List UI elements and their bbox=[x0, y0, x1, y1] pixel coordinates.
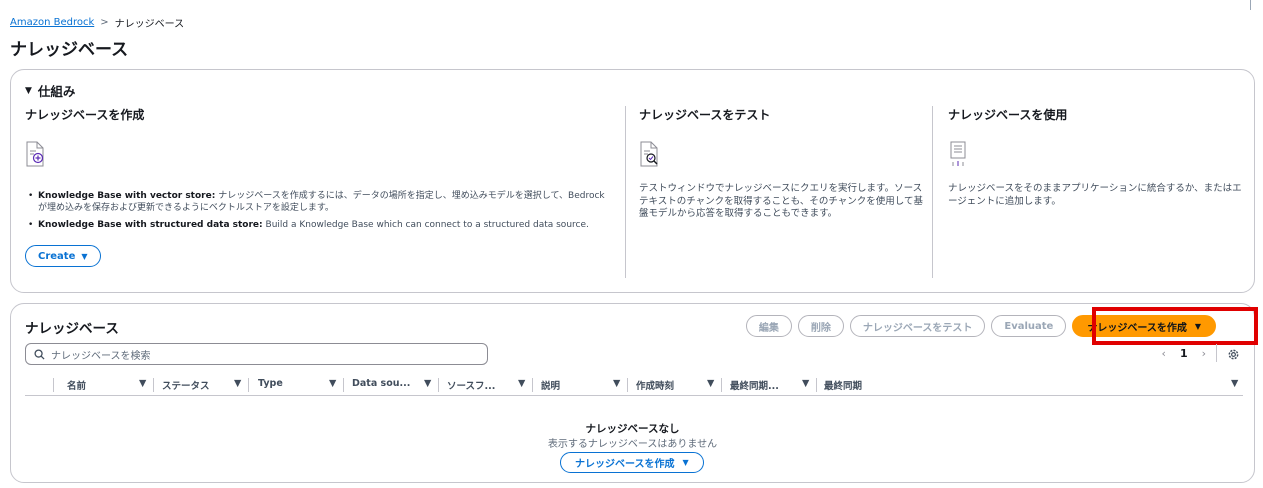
sort-icon[interactable]: ▼ bbox=[234, 378, 241, 389]
column-header-last-sync-status[interactable]: 最終同期... bbox=[730, 378, 779, 392]
use-column: ナレッジベースを使用 ナレッジベースをそのままアプリケーションに統合するか、また… bbox=[948, 106, 1248, 208]
breadcrumb-link-bedrock[interactable]: Amazon Bedrock bbox=[10, 17, 94, 28]
pager-divider bbox=[1216, 344, 1217, 362]
column-separator bbox=[343, 378, 344, 392]
empty-state-subtitle: 表示するナレッジベースはありません bbox=[547, 439, 718, 450]
create-column: ナレッジベースを作成 Knowledge Base with vector st… bbox=[25, 106, 611, 267]
empty-create-kb-label: ナレッジベースを作成 bbox=[575, 459, 675, 470]
sort-icon[interactable]: ▼ bbox=[424, 378, 431, 389]
column-header-data-source[interactable]: Data sou... bbox=[352, 378, 410, 389]
sort-icon[interactable]: ▼ bbox=[802, 378, 809, 389]
breadcrumb-separator: > bbox=[100, 17, 109, 28]
prev-page-button[interactable]: ‹ bbox=[1162, 347, 1166, 360]
search-icon bbox=[34, 348, 45, 360]
sort-icon[interactable]: ▼ bbox=[613, 378, 620, 389]
test-description: テストウィンドウでナレッジベースにクエリを実行します。ソーステキストのチャンクを… bbox=[639, 183, 923, 219]
gear-icon[interactable] bbox=[1227, 348, 1240, 361]
bullet-structured-store: Knowledge Base with structured data stor… bbox=[25, 219, 611, 231]
scrollbar-marker bbox=[1250, 0, 1251, 10]
column-separator bbox=[438, 378, 439, 392]
column-separator bbox=[721, 378, 722, 392]
highlight-box bbox=[1092, 307, 1258, 345]
column-separator bbox=[816, 378, 817, 392]
search-placeholder: ナレッジベースを検索 bbox=[51, 350, 151, 362]
use-title: ナレッジベースを使用 bbox=[948, 108, 1068, 122]
sort-icon[interactable]: ▼ bbox=[329, 378, 336, 389]
kb-table-title: ナレッジベース bbox=[25, 321, 119, 337]
column-header-status[interactable]: ステータス bbox=[162, 378, 210, 392]
document-use-icon bbox=[950, 141, 966, 166]
table-header: 名前 ▼ ステータス ▼ Type ▼ Data sou... ▼ ソースフ..… bbox=[25, 374, 1243, 396]
next-page-button[interactable]: › bbox=[1202, 347, 1206, 360]
edit-button[interactable]: 編集 bbox=[745, 315, 792, 337]
column-separator bbox=[248, 378, 249, 392]
delete-button[interactable]: 削除 bbox=[797, 315, 844, 337]
create-dropdown-button[interactable]: Create ▼ bbox=[25, 245, 101, 267]
test-column: ナレッジベースをテスト テストウィンドウでナレッジベースにクエリを実行します。ソ… bbox=[639, 106, 927, 221]
create-title: ナレッジベースを作成 bbox=[25, 108, 145, 122]
column-separator bbox=[53, 378, 54, 392]
breadcrumb: Amazon Bedrock > ナレッジベース bbox=[10, 15, 184, 30]
pagination: ‹ 1 › bbox=[1162, 347, 1206, 360]
knowledge-base-table-panel: ナレッジベース 編集 削除 ナレッジベースをテスト Evaluate ナレッジベ… bbox=[10, 303, 1258, 483]
column-header-created[interactable]: 作成時刻 bbox=[636, 378, 674, 392]
sort-icon[interactable]: ▼ bbox=[518, 378, 525, 389]
page-number[interactable]: 1 bbox=[1180, 347, 1188, 360]
caret-down-icon: ▼ bbox=[682, 458, 689, 467]
test-title: ナレッジベースをテスト bbox=[639, 108, 771, 122]
how-it-works-panel: ▼ 仕組み ナレッジベースを作成 Knowledge Base with vec… bbox=[10, 69, 1255, 293]
column-header-name[interactable]: 名前 bbox=[67, 378, 86, 392]
test-kb-button[interactable]: ナレッジベースをテスト bbox=[849, 315, 986, 337]
column-separator bbox=[153, 378, 154, 392]
page-title: ナレッジベース bbox=[10, 40, 129, 60]
column-header-source-file[interactable]: ソースフ... bbox=[447, 378, 495, 392]
create-bullets: Knowledge Base with vector store: ナレッジベー… bbox=[25, 190, 611, 231]
empty-create-kb-button[interactable]: ナレッジベースを作成 ▼ bbox=[560, 452, 704, 473]
column-divider bbox=[932, 106, 933, 278]
caret-down-icon: ▼ bbox=[81, 251, 88, 261]
column-separator bbox=[627, 378, 628, 392]
use-description: ナレッジベースをそのままアプリケーションに統合するか、またはエージェントに追加し… bbox=[948, 183, 1242, 207]
how-it-works-title: 仕組み bbox=[37, 84, 76, 99]
evaluate-button[interactable]: Evaluate bbox=[991, 315, 1067, 337]
column-header-last-sync[interactable]: 最終同期 bbox=[824, 378, 862, 392]
document-search-icon bbox=[640, 141, 658, 167]
empty-state-title: ナレッジベースなし bbox=[585, 423, 680, 435]
breadcrumb-current: ナレッジベース bbox=[114, 19, 185, 30]
caret-down-icon: ▼ bbox=[25, 85, 32, 96]
search-input[interactable]: ナレッジベースを検索 bbox=[25, 343, 488, 365]
bullet-vector-store: Knowledge Base with vector store: ナレッジベー… bbox=[25, 190, 611, 214]
how-it-works-toggle[interactable]: ▼ 仕組み bbox=[25, 81, 75, 100]
column-header-type[interactable]: Type bbox=[258, 378, 283, 389]
sort-icon[interactable]: ▼ bbox=[1231, 378, 1238, 389]
document-add-icon bbox=[26, 141, 44, 167]
sort-icon[interactable]: ▼ bbox=[707, 378, 714, 389]
sort-icon[interactable]: ▼ bbox=[139, 378, 146, 389]
column-header-description[interactable]: 説明 bbox=[541, 378, 560, 392]
column-divider bbox=[625, 106, 626, 278]
create-button-label: Create bbox=[38, 250, 76, 262]
column-separator bbox=[532, 378, 533, 392]
